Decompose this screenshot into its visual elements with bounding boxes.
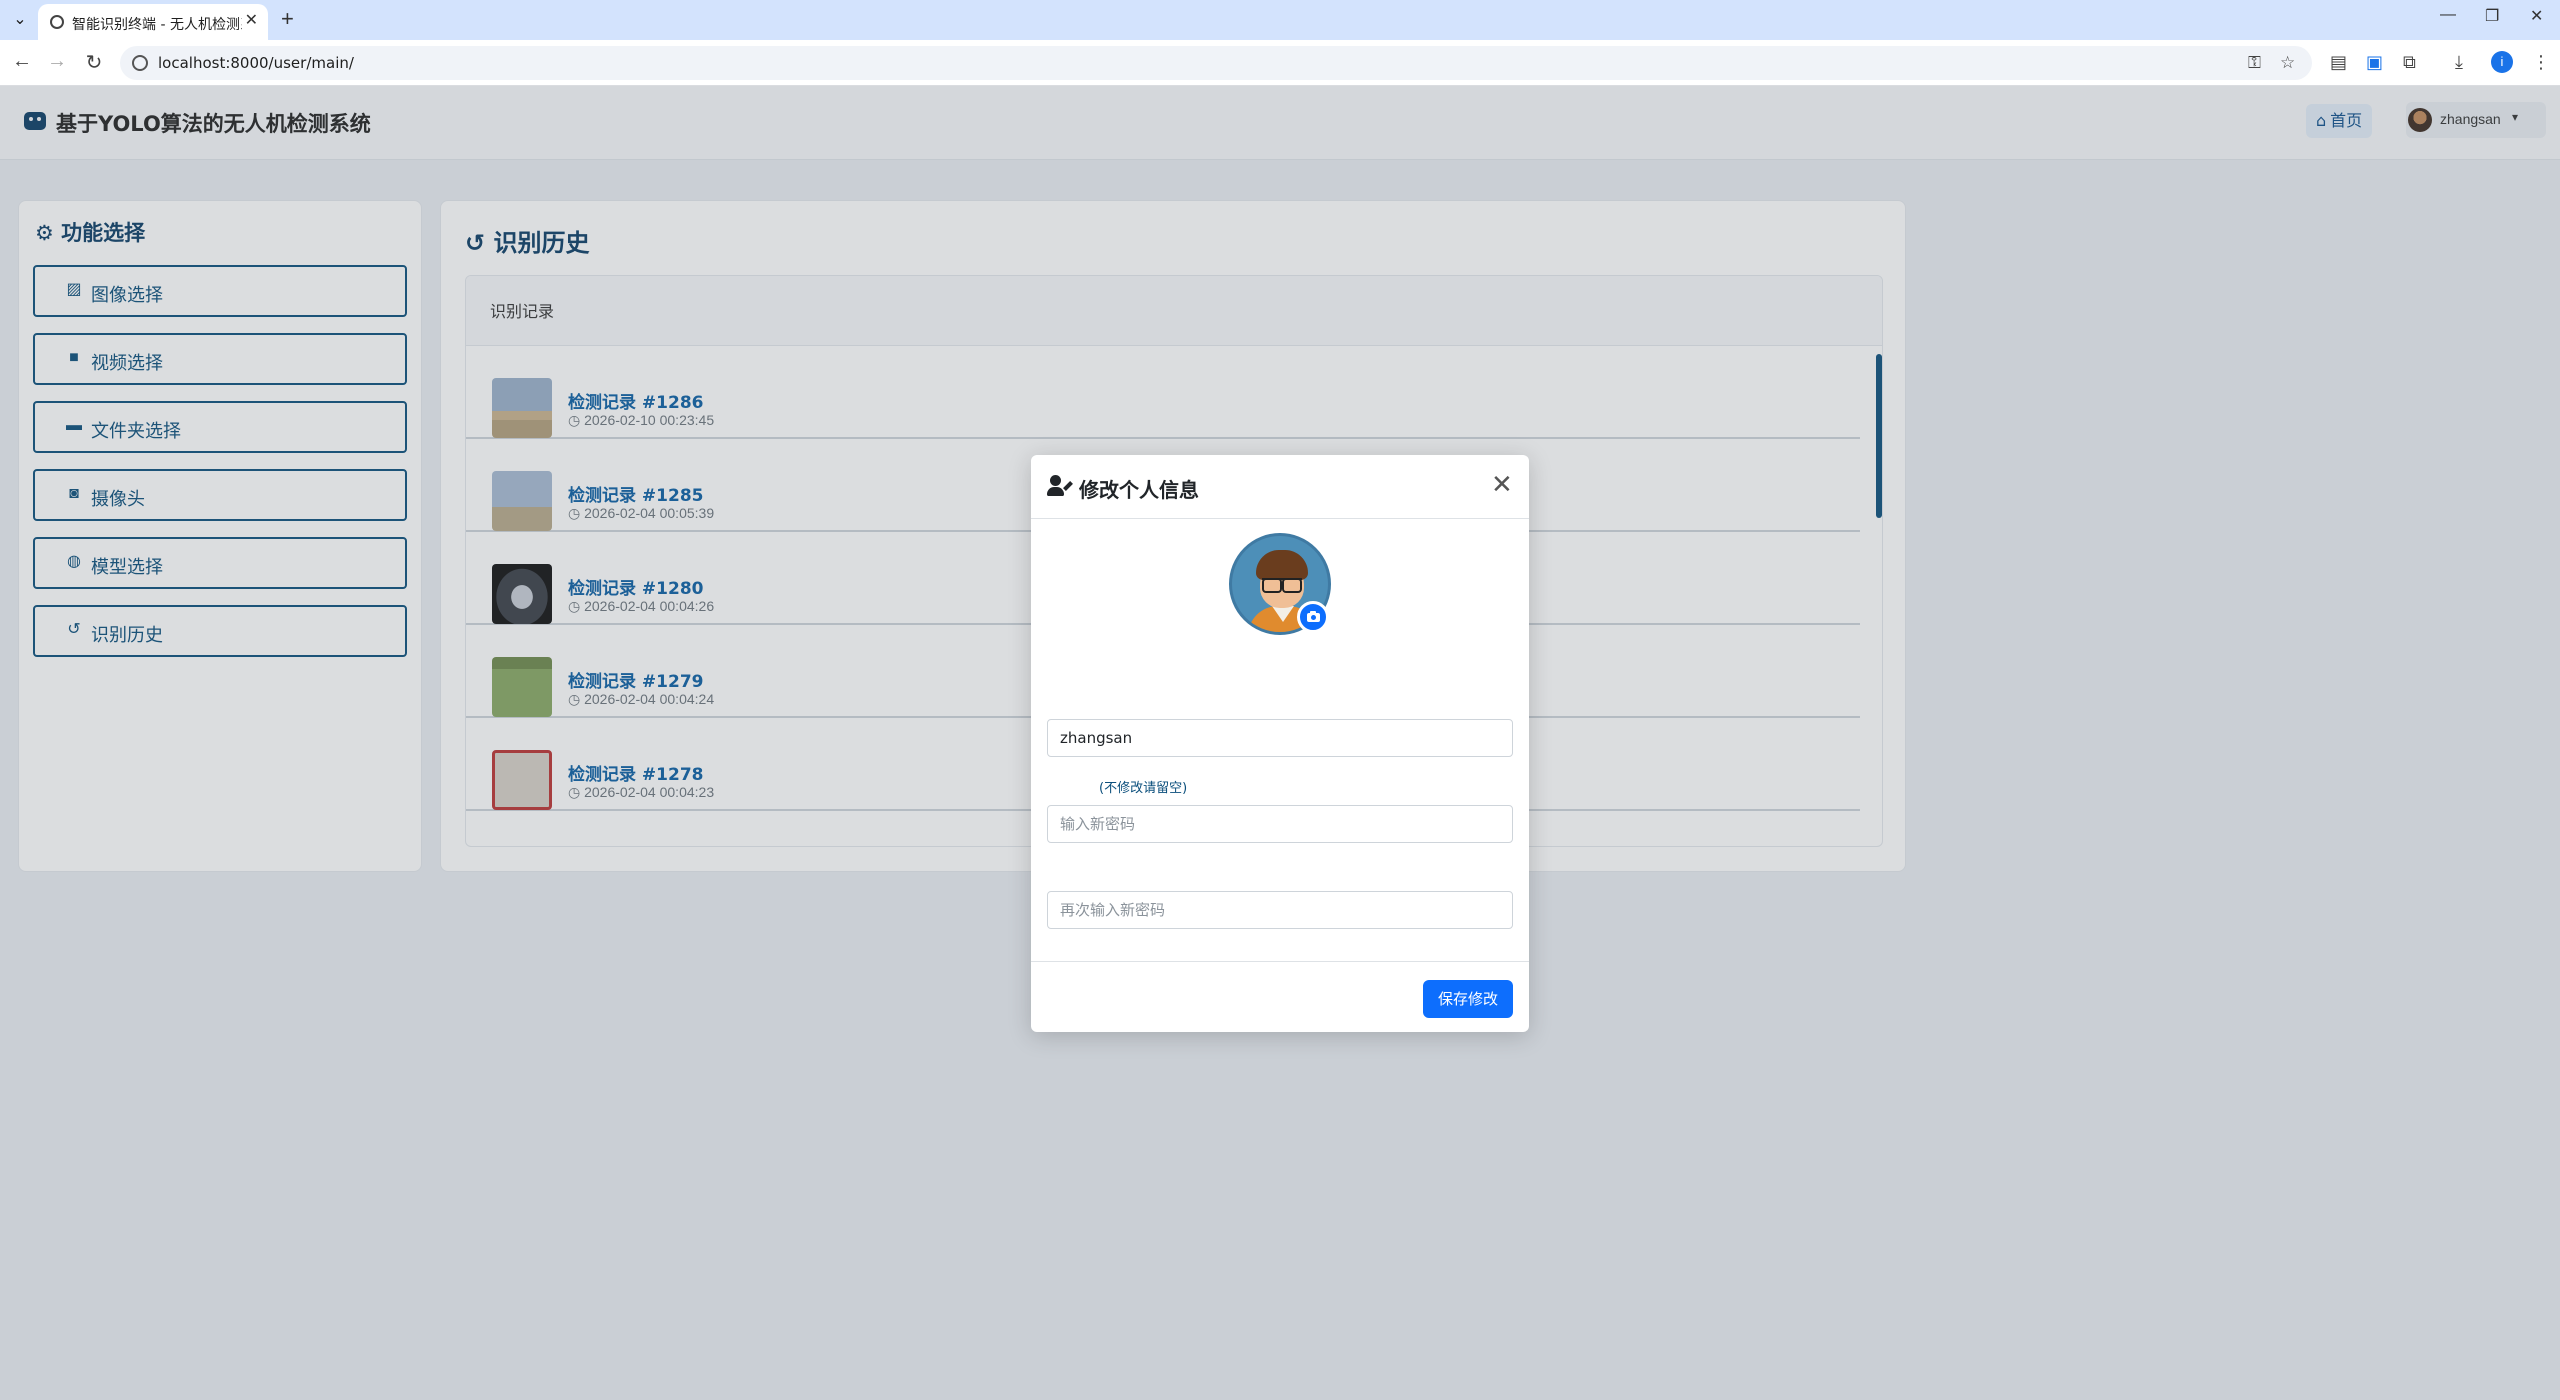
tab-groups-icon[interactable]: ▤ [2330,52,2347,73]
profile-icon[interactable]: i [2491,51,2513,73]
password-key-icon[interactable]: ⚿ [2248,53,2261,73]
browser-tab-strip: ⌄ 智能识别终端 - 无人机检测系统 ✕ + — ❐ ✕ [0,0,2560,40]
new-password-field[interactable]: 输入新密码 [1047,805,1513,843]
camera-icon[interactable] [1297,601,1329,633]
url-text[interactable]: localhost:8000/user/main/ [158,54,354,72]
username-field[interactable]: zhangsan [1047,719,1513,757]
download-icon[interactable]: ⤓ [2455,52,2463,73]
site-info-icon[interactable] [132,55,148,71]
save-button[interactable]: 保存修改 [1423,980,1513,1018]
password-hint: (不修改请留空) [1099,781,1188,796]
back-icon[interactable]: ← [9,50,35,73]
bookmark-star-icon[interactable]: ☆ [2280,53,2295,73]
edit-profile-modal: 修改个人信息 ✕ zhangsan (不修改请留空) 输入新密码 再次输入新密码… [1031,455,1529,1032]
restore-icon[interactable]: ❐ [2485,6,2499,26]
modal-footer: 保存修改 [1031,961,1529,1032]
browser-tab-active[interactable]: 智能识别终端 - 无人机检测系统 ✕ [38,4,268,40]
translate-icon[interactable]: ▣ [2366,52,2383,73]
address-bar: ← → ↻ localhost:8000/user/main/ ⚿ ☆ ▤ ▣ … [0,40,2560,86]
globe-icon [50,15,64,29]
tab-search-chevron-icon[interactable]: ⌄ [6,6,34,34]
close-window-icon[interactable]: ✕ [2530,6,2543,26]
browser-menu-icon[interactable]: ⋮ [2532,52,2550,73]
forward-icon[interactable]: → [44,50,70,73]
close-tab-icon[interactable]: ✕ [245,10,258,30]
tab-title: 智能识别终端 - 无人机检测系统 [72,17,242,33]
avatar-upload[interactable] [1229,533,1333,637]
extensions-puzzle-icon[interactable]: ⧉ [2403,52,2416,73]
user-edit-icon [1047,475,1073,497]
modal-header: 修改个人信息 ✕ [1031,455,1529,519]
reload-icon[interactable]: ↻ [81,50,107,75]
new-tab-icon[interactable]: + [281,6,294,32]
modal-title: 修改个人信息 [1079,478,1199,502]
url-omnibox[interactable]: localhost:8000/user/main/ ⚿ ☆ [120,46,2312,80]
close-icon[interactable]: ✕ [1491,471,1513,497]
confirm-password-field[interactable]: 再次输入新密码 [1047,891,1513,929]
minimize-icon[interactable]: — [2440,6,2456,24]
